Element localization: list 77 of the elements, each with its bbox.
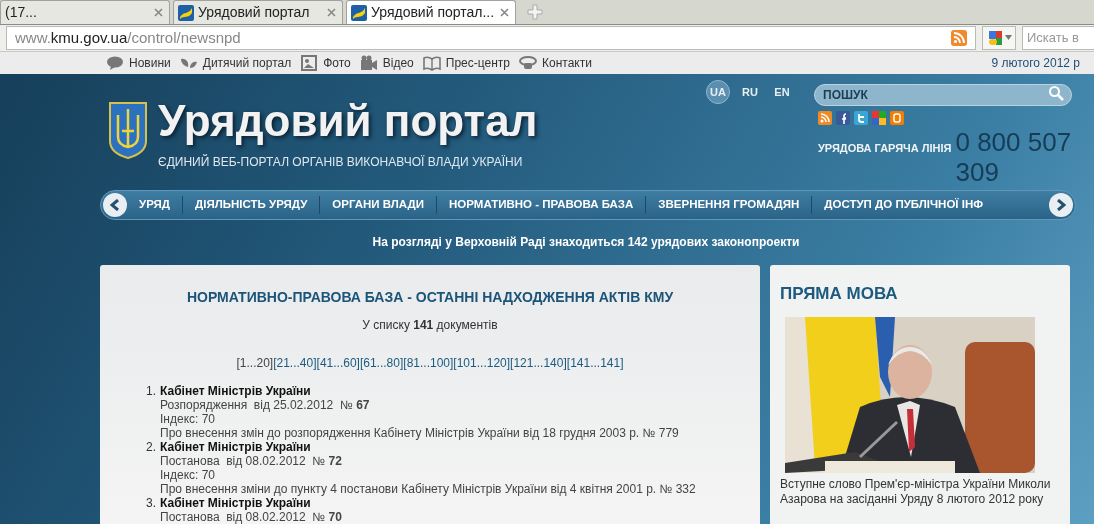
close-icon[interactable]: [500, 8, 509, 17]
rss-icon[interactable]: [818, 111, 832, 125]
rss-icon[interactable]: [951, 30, 967, 46]
page-link[interactable]: [1...20]: [236, 354, 274, 372]
tab-title: Урядовий портал: [198, 3, 311, 22]
video-camera-icon: [359, 55, 378, 71]
tab-title: (17...: [5, 3, 38, 22]
coat-of-arms-icon: [108, 101, 148, 159]
page-link[interactable]: [81...100]: [403, 354, 454, 372]
search-engine-selector[interactable]: [982, 26, 1016, 50]
toolbar-link[interactable]: Фото: [323, 54, 351, 72]
nav-menu-item[interactable]: ДОСТУП ДО ПУБЛІЧНОЇ ІНФ: [811, 196, 996, 214]
nav-menu-item[interactable]: ДІЯЛЬНІСТЬ УРЯДУ: [182, 196, 320, 214]
document-title[interactable]: Про внесення зміни до пункту 4 постанови Кабінету Міністрів України від 4 квітня 2001 р. № 332: [160, 482, 696, 496]
list-number: 1.: [145, 384, 157, 400]
section-title: НОРМАТИВНО-ПРАВОВА БАЗА - ОСТАННІ НАДХОДЖЕННЯ АКТІВ КМУ: [185, 288, 675, 307]
document-index: Індекс: 70: [160, 468, 217, 482]
twitter-icon[interactable]: [854, 111, 868, 125]
google-logo-icon: [986, 30, 1003, 46]
phone-icon: [519, 55, 537, 71]
close-icon[interactable]: [327, 8, 336, 17]
photo-icon: [300, 55, 319, 71]
announcement-link[interactable]: На розгляді у Верховній Раді знаходиться 142 урядових законопроекти: [372, 235, 800, 249]
site-search-field[interactable]: ПОШУК: [814, 84, 1072, 106]
photo-caption[interactable]: Вступне слово Прем'єр-міністра України Миколи Азарова на засіданні Уряду 8 лютого 2012 року: [780, 476, 1060, 507]
language-option[interactable]: EN: [770, 80, 794, 104]
caret-icon: [1004, 35, 1012, 41]
document-count: У списку 141 документів: [361, 317, 499, 334]
toolbar-link[interactable]: Контакти: [542, 54, 592, 72]
browser-tab[interactable]: Урядовий портал: [173, 0, 343, 24]
address-field[interactable]: www.kmu.gov.ua/control/newsnpd: [6, 26, 976, 50]
nav-menu-item[interactable]: УРЯД: [127, 196, 182, 214]
search-field[interactable]: Искать в: [1022, 26, 1094, 50]
document-title[interactable]: Про внесення змін до розпорядження Кабінету Міністрів України від 18 грудня 2003 р. № 779: [160, 426, 679, 440]
toolbar-link[interactable]: Дитячий портал: [202, 54, 292, 72]
page-link[interactable]: [121...140]: [510, 354, 567, 372]
nav-menu-item[interactable]: ОРГАНИ ВЛАДИ: [319, 196, 437, 214]
chevron-right-icon: [1056, 199, 1066, 211]
next-arrow-button[interactable]: [1049, 193, 1073, 217]
document-issuer[interactable]: Кабінет Міністрів України: [160, 496, 342, 510]
browser-tab[interactable]: Урядовий портал...: [346, 0, 516, 24]
toolbar-link[interactable]: Прес-центр: [445, 54, 510, 72]
page-link[interactable]: [41...60]: [316, 354, 360, 372]
page-link[interactable]: [21...40]: [273, 354, 317, 372]
document-type: Постанова від 08.02.2012 № 70: [160, 510, 342, 524]
new-tab-icon[interactable]: [527, 4, 543, 20]
document-index: Індекс: 70: [160, 412, 217, 426]
toolbar-link[interactable]: Новини: [129, 54, 171, 72]
document-type: Постанова від 08.02.2012 № 72: [160, 454, 343, 468]
list-number: 2.: [145, 440, 157, 456]
hotline-number: 0 800 507 309: [955, 127, 1072, 187]
browser-tab[interactable]: (17...: [0, 0, 170, 24]
document-type: Розпорядження від 25.02.2012 № 67: [160, 398, 371, 412]
tab-title: Урядовий портал...: [371, 3, 496, 22]
page-link[interactable]: [101...120]: [453, 354, 511, 372]
open-book-icon: [422, 55, 441, 71]
facebook-icon[interactable]: [836, 111, 850, 125]
previous-arrow-button[interactable]: [103, 193, 127, 217]
document-issuer[interactable]: Кабінет Міністрів України: [160, 384, 679, 398]
close-icon[interactable]: [154, 8, 163, 17]
language-option[interactable]: RU: [738, 80, 762, 104]
search-icon[interactable]: [1048, 85, 1064, 101]
sidebar-title: ПРЯМА МОВА: [780, 283, 899, 305]
blogger-icon[interactable]: [890, 111, 904, 125]
speech-bubble-icon: [106, 55, 124, 71]
toolbar-link[interactable]: Відео: [382, 54, 414, 72]
hotline-label: УРЯДОВА ГАРЯЧА ЛІНІЯ: [818, 141, 952, 156]
page-link[interactable]: [141...141]: [566, 354, 624, 372]
list-number: 3.: [145, 496, 157, 512]
nav-menu-item[interactable]: ЗВЕРНЕННЯ ГРОМАДЯН: [645, 196, 812, 214]
chevron-left-icon: [110, 199, 120, 211]
document-issuer[interactable]: Кабінет Міністрів України: [160, 440, 696, 454]
site-title[interactable]: Урядовий портал: [158, 95, 538, 147]
current-date: 9 лютого 2012 р: [991, 55, 1080, 72]
nav-menu-item[interactable]: НОРМАТИВНО - ПРАВОВА БАЗА: [436, 196, 646, 214]
site-subtitle: ЄДИНИЙ ВЕБ-ПОРТАЛ ОРГАНІВ ВИКОНАВЧОЇ ВЛАДИ УКРАЇНИ: [158, 153, 524, 171]
page-link[interactable]: [61...80]: [359, 354, 404, 372]
